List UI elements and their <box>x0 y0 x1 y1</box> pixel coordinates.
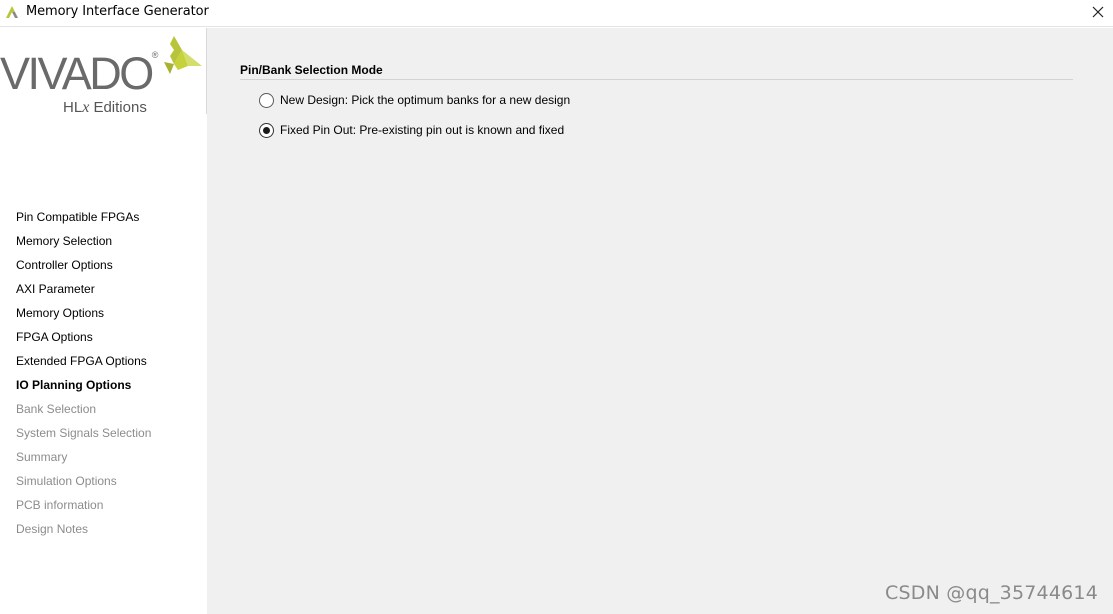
sidebar-item-pcb-information: PCB information <box>16 498 104 512</box>
sidebar-item-design-notes: Design Notes <box>16 522 89 536</box>
close-icon <box>1092 6 1104 18</box>
fixed-pin-out-label[interactable]: Fixed Pin Out: Pre-existing pin out is k… <box>280 123 564 137</box>
section-divider <box>240 79 1073 80</box>
wizard-steps: Pin Compatible FPGAs Memory Selection Co… <box>16 208 151 544</box>
sidebar-item-extended-fpga-options[interactable]: Extended FPGA Options <box>16 352 151 376</box>
new-design-option[interactable]: New Design: Pick the optimum banks for a… <box>259 91 570 109</box>
sidebar-item-memory-options[interactable]: Memory Options <box>16 304 151 328</box>
title-bar: Memory Interface Generator <box>0 0 1113 27</box>
new-design-label[interactable]: New Design: Pick the optimum banks for a… <box>280 93 570 107</box>
sidebar-item-controller-options[interactable]: Controller Options <box>16 256 151 280</box>
vivado-icon <box>6 6 18 18</box>
watermark: CSDN @qq_35744614 <box>885 582 1098 604</box>
window-title: Memory Interface Generator <box>26 4 209 19</box>
vivado-mark-icon <box>164 36 202 74</box>
close-button[interactable] <box>1083 0 1113 24</box>
fixed-pin-out-option[interactable]: Fixed Pin Out: Pre-existing pin out is k… <box>259 121 564 139</box>
sidebar: VIVADO® HLx Editions Pin Compatible FPGA… <box>0 28 207 614</box>
vivado-logo: VIVADO® HLx Editions <box>0 30 207 130</box>
main-panel: Pin/Bank Selection Mode New Design: Pick… <box>207 28 1113 614</box>
sidebar-item-summary: Summary <box>16 450 68 464</box>
logo-brand: VIVADO® <box>0 48 159 99</box>
sidebar-item-pin-compatible-fpgas[interactable]: Pin Compatible FPGAs <box>16 208 151 232</box>
logo-edition: HLx Editions <box>63 99 147 116</box>
sidebar-item-system-signals-selection: System Signals Selection <box>16 426 152 440</box>
sidebar-item-memory-selection[interactable]: Memory Selection <box>16 232 151 256</box>
section-title: Pin/Bank Selection Mode <box>240 63 383 77</box>
sidebar-item-fpga-options[interactable]: FPGA Options <box>16 328 151 352</box>
sidebar-item-io-planning-options[interactable]: IO Planning Options <box>16 376 151 400</box>
sidebar-item-bank-selection: Bank Selection <box>16 402 97 416</box>
fixed-pin-out-radio[interactable] <box>259 122 274 138</box>
new-design-radio[interactable] <box>259 92 274 108</box>
sidebar-item-simulation-options: Simulation Options <box>16 474 117 488</box>
sidebar-item-axi-parameter[interactable]: AXI Parameter <box>16 280 151 304</box>
